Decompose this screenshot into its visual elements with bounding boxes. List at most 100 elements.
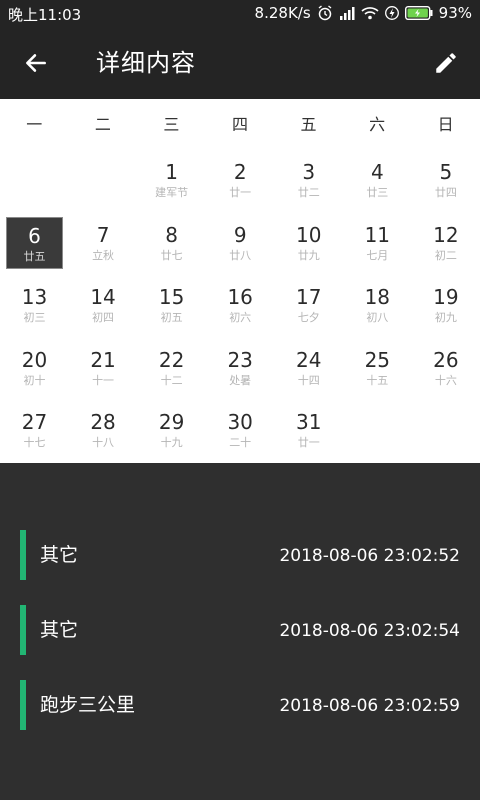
calendar-day-lunar: 初九 — [434, 311, 457, 325]
calendar-day-lunar: 十六 — [434, 373, 457, 387]
wifi-icon — [361, 6, 379, 20]
calendar-day-number: 23 — [227, 347, 253, 372]
calendar-day-number: 10 — [296, 222, 322, 247]
calendar-day-number: 27 — [21, 410, 48, 435]
status-bar: 晚上11:03 8.28K/s 93% — [0, 0, 480, 27]
calendar-day[interactable]: 17 七夕 — [274, 276, 343, 339]
calendar-day-inner: 4 廿三 — [349, 154, 406, 206]
calendar-day[interactable]: 6 廿五 — [0, 214, 69, 277]
calendar-day[interactable]: 28 十八 — [69, 401, 138, 464]
calendar-day-number: 19 — [433, 285, 459, 310]
calendar-day[interactable]: 3 廿二 — [274, 151, 343, 214]
calendar-day-number: 16 — [227, 285, 253, 310]
calendar-day-lunar: 十七 — [23, 436, 46, 450]
record-item[interactable]: 其它 2018-08-06 23:02:52 — [20, 530, 460, 580]
calendar-empty-cell — [411, 401, 480, 464]
calendar-day[interactable]: 31 廿一 — [274, 401, 343, 464]
record-timestamp: 2018-08-06 23:02:59 — [279, 696, 460, 716]
calendar-day-inner: 27 十七 — [6, 404, 63, 456]
battery-icon — [404, 6, 433, 20]
record-name: 跑步三公里 — [40, 694, 136, 716]
calendar-day-inner: 15 初五 — [143, 279, 200, 331]
calendar-day-lunar: 建军节 — [155, 186, 189, 199]
calendar-day-inner: 25 十五 — [349, 342, 406, 394]
calendar-day-lunar: 十四 — [297, 373, 320, 387]
calendar-day-lunar: 十五 — [366, 373, 389, 387]
calendar-empty-cell — [343, 401, 412, 464]
calendar-day[interactable]: 14 初四 — [69, 276, 138, 339]
calendar-day[interactable]: 1 建军节 — [137, 151, 206, 214]
calendar-day[interactable]: 22 十二 — [137, 339, 206, 402]
calendar-day[interactable]: 7 立秋 — [69, 214, 138, 277]
calendar-day[interactable]: 13 初三 — [0, 276, 69, 339]
calendar-day[interactable]: 26 十六 — [411, 339, 480, 402]
record-item[interactable]: 其它 2018-08-06 23:02:54 — [20, 605, 460, 655]
calendar-day[interactable]: 10 廿九 — [274, 214, 343, 277]
calendar-day-lunar: 初二 — [434, 248, 457, 262]
calendar-day[interactable]: 18 初八 — [343, 276, 412, 339]
calendar-day-inner: 24 十四 — [280, 342, 337, 394]
calendar-day-lunar: 立秋 — [92, 248, 115, 262]
calendar-week: 27 十七 28 十八 29 十九 30 二十 31 廿一 — [0, 401, 480, 464]
calendar-day[interactable]: 11 七月 — [343, 214, 412, 277]
calendar-day-inner: 7 立秋 — [75, 217, 132, 269]
record-item[interactable]: 跑步三公里 2018-08-06 23:02:59 — [20, 680, 460, 730]
calendar-day-number: 12 — [433, 222, 459, 247]
calendar-day[interactable]: 2 廿一 — [206, 151, 275, 214]
calendar: 一 二 三 四 五 六 日 1 建军节 2 廿一 3 廿二 4 廿三 5 廿四 6 廿五 7 立秋 8 廿七 9… — [0, 99, 480, 463]
battery-level: 93% — [438, 4, 472, 22]
calendar-day-lunar: 十九 — [160, 436, 183, 450]
weekday-label: 四 — [231, 115, 248, 134]
weekday-header: 一 二 三 四 五 六 日 — [0, 99, 480, 151]
calendar-day-number: 1 — [165, 160, 178, 184]
calendar-day-lunar: 十二 — [160, 373, 183, 387]
calendar-day-lunar: 二十 — [229, 436, 252, 450]
calendar-day-lunar: 廿七 — [160, 248, 183, 262]
calendar-day[interactable]: 29 十九 — [137, 401, 206, 464]
calendar-day-number: 22 — [158, 347, 185, 372]
calendar-day[interactable]: 25 十五 — [343, 339, 412, 402]
calendar-week: 13 初三 14 初四 15 初五 16 初六 17 七夕 18 初八 19 初九 — [0, 276, 480, 339]
calendar-day-inner: 6 廿五 — [6, 216, 63, 269]
calendar-day-lunar: 七月 — [366, 248, 389, 262]
calendar-day-inner: 2 廿一 — [212, 154, 269, 206]
calendar-day[interactable]: 30 二十 — [206, 401, 275, 464]
record-accent-bar — [20, 680, 26, 730]
record-timestamp: 2018-08-06 23:02:54 — [279, 621, 460, 641]
calendar-day[interactable]: 20 初十 — [0, 339, 69, 402]
calendar-day-number: 4 — [370, 160, 384, 184]
back-button[interactable] — [18, 45, 54, 81]
calendar-day-inner: 14 初四 — [75, 279, 132, 331]
calendar-day-number: 7 — [96, 222, 110, 247]
weekday-label: 三 — [163, 115, 180, 134]
calendar-day[interactable]: 16 初六 — [206, 276, 275, 339]
calendar-day-inner: 28 十八 — [75, 404, 132, 456]
calendar-day[interactable]: 19 初九 — [411, 276, 480, 339]
calendar-day[interactable]: 21 十一 — [69, 339, 138, 402]
calendar-day-inner: 26 十六 — [417, 342, 474, 394]
calendar-day-number: 3 — [302, 160, 316, 184]
record-timestamp: 2018-08-06 23:02:52 — [279, 546, 460, 566]
calendar-day[interactable]: 4 廿三 — [343, 151, 412, 214]
calendar-day[interactable]: 5 廿四 — [411, 151, 480, 214]
calendar-day-number: 17 — [296, 285, 322, 310]
calendar-day[interactable]: 23 处暑 — [206, 339, 275, 402]
calendar-day-number: 29 — [158, 410, 185, 435]
calendar-day-lunar: 廿一 — [229, 186, 252, 199]
calendar-day[interactable]: 24 十四 — [274, 339, 343, 402]
arrow-left-icon — [26, 54, 46, 72]
pencil-icon — [436, 53, 456, 73]
calendar-day-lunar: 初四 — [92, 311, 115, 325]
record-accent-bar — [20, 530, 26, 580]
calendar-day-number: 15 — [158, 285, 185, 310]
network-speed: 8.28K/s — [254, 4, 311, 22]
calendar-day[interactable]: 12 初二 — [411, 214, 480, 277]
alarm-icon — [317, 5, 333, 21]
charging-icon — [384, 5, 399, 21]
calendar-day[interactable]: 27 十七 — [0, 401, 69, 464]
edit-button[interactable] — [428, 45, 464, 81]
calendar-day[interactable]: 15 初五 — [137, 276, 206, 339]
calendar-day[interactable]: 8 廿七 — [137, 214, 206, 277]
calendar-day-lunar: 廿九 — [297, 248, 320, 262]
calendar-day[interactable]: 9 廿八 — [206, 214, 275, 277]
